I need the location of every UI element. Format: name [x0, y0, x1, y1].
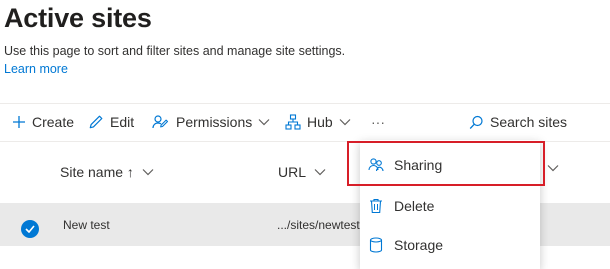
chevron-down-icon [142, 168, 154, 176]
plus-icon [12, 115, 26, 129]
permissions-button[interactable]: Permissions [152, 104, 270, 140]
menu-item-label: Delete [394, 198, 435, 214]
url-header-label: URL [278, 164, 307, 180]
menu-item-label: Storage [394, 237, 444, 253]
column-header-site-name[interactable]: Site name ↑ [60, 164, 154, 180]
create-button[interactable]: Create [12, 104, 74, 140]
chevron-down-icon [314, 168, 326, 176]
page-title: Active sites [4, 3, 152, 33]
search-icon [469, 115, 484, 130]
chevron-down-icon [258, 118, 270, 126]
menu-item-delete[interactable]: Delete [360, 187, 540, 225]
chevron-down-icon [339, 118, 351, 126]
hub-label: Hub [307, 114, 333, 130]
page-description: Use this page to sort and filter sites a… [4, 44, 346, 58]
search-sites-box[interactable]: Search sites [469, 104, 567, 140]
create-label: Create [32, 114, 75, 130]
column-header-url[interactable]: URL [278, 164, 326, 180]
hub-button[interactable]: Hub [285, 104, 351, 140]
trash-icon [368, 198, 384, 214]
edit-label: Edit [110, 114, 135, 130]
command-bar: Create Edit Permissions Hub ··· Search s… [0, 104, 610, 140]
site-name-header-label: Site name ↑ [60, 164, 134, 180]
permissions-icon [152, 114, 170, 130]
menu-item-storage[interactable]: Storage [360, 226, 540, 264]
search-placeholder: Search sites [490, 114, 568, 130]
database-icon [368, 237, 384, 253]
learn-more-link[interactable]: Learn more [4, 62, 68, 76]
pencil-icon [88, 114, 104, 130]
column-header-chevron[interactable] [547, 164, 559, 172]
more-options-button[interactable]: ··· [371, 104, 385, 140]
row-site-name[interactable]: New test [63, 218, 110, 232]
row-url: .../sites/newtest [277, 218, 360, 232]
permissions-label: Permissions [176, 114, 253, 130]
row-selected-checkmark-icon[interactable] [21, 220, 39, 238]
edit-button[interactable]: Edit [88, 104, 134, 140]
hub-icon [285, 114, 301, 130]
sharing-highlight-box [347, 141, 545, 186]
chevron-down-icon [547, 164, 559, 172]
